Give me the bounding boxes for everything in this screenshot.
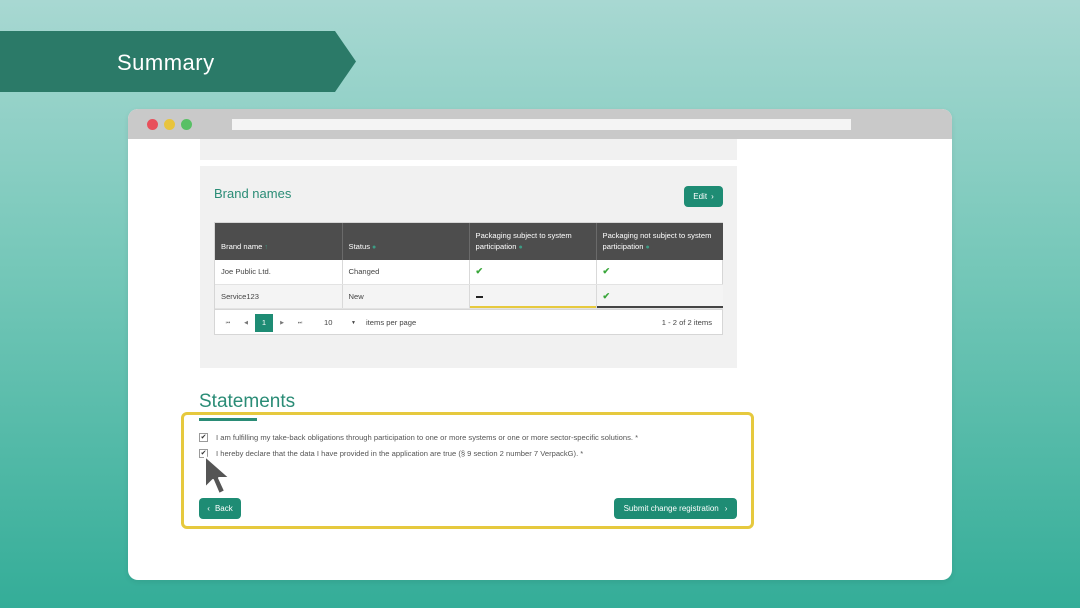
sort-icon: ● bbox=[518, 244, 523, 251]
statement-checkbox[interactable]: ✔ bbox=[199, 433, 208, 442]
caret-down-icon: ▼ bbox=[351, 319, 356, 326]
submit-change-registration-button[interactable]: Submit change registration › bbox=[614, 498, 737, 519]
statement-text: I hereby declare that the data I have pr… bbox=[216, 449, 584, 458]
brand-names-title: Brand names bbox=[214, 186, 292, 201]
first-page-icon[interactable]: ⏮ bbox=[219, 314, 237, 332]
statement-text: I am fulfilling my take-back obligations… bbox=[216, 433, 639, 442]
statements-title: Statements bbox=[199, 391, 296, 412]
sort-icon: ● bbox=[372, 244, 377, 251]
chevron-right-icon: › bbox=[711, 192, 714, 201]
browser-titlebar bbox=[128, 109, 952, 139]
check-icon: ✔ bbox=[602, 290, 611, 301]
cell-status: Changed bbox=[342, 260, 470, 285]
last-page-icon[interactable]: ⏭ bbox=[291, 314, 309, 332]
edit-button-label: Edit bbox=[693, 192, 708, 201]
close-window-dot[interactable] bbox=[147, 119, 158, 130]
previous-page-icon[interactable]: ◀ bbox=[237, 314, 255, 332]
check-icon: ✔ bbox=[602, 266, 611, 277]
back-button-label: Back bbox=[214, 504, 233, 513]
cell-brand-name: Service123 bbox=[215, 284, 343, 309]
chevron-right-icon: › bbox=[724, 504, 728, 513]
next-page-icon[interactable]: ▶ bbox=[273, 314, 291, 332]
cell-brand-name: Joe Public Ltd. bbox=[215, 260, 343, 285]
cell-packaging-not-subject: ✔ bbox=[596, 284, 723, 309]
page-size-select[interactable]: 10 ▼ bbox=[318, 314, 358, 331]
chevron-left-icon: ‹ bbox=[207, 504, 210, 513]
address-bar[interactable] bbox=[232, 119, 851, 130]
statement-takeback[interactable]: ✔ I am fulfilling my take-back obligatio… bbox=[199, 433, 638, 442]
table-pager: ⏮ ◀ 1 ▶ ⏭ 10 ▼ items per page 1 - 2 of 2… bbox=[215, 308, 722, 334]
table-row[interactable]: Joe Public Ltd. Changed ✔ ✔ bbox=[215, 260, 723, 285]
cell-packaging-subject bbox=[469, 284, 597, 309]
column-header-packaging-subject[interactable]: Packaging subject to system participatio… bbox=[469, 223, 597, 260]
sort-icon: ● bbox=[645, 244, 650, 251]
maximize-window-dot[interactable] bbox=[181, 119, 192, 130]
check-icon: ✔ bbox=[475, 266, 484, 277]
cell-packaging-not-subject: ✔ bbox=[596, 260, 723, 285]
sort-icon: ↑ bbox=[264, 244, 268, 251]
statement-declaration[interactable]: ✔ I hereby declare that the data I have … bbox=[199, 449, 583, 458]
column-header-brand-name[interactable]: Brand name ↑ bbox=[215, 223, 343, 260]
minimize-window-dot[interactable] bbox=[164, 119, 175, 130]
table-row[interactable]: Service123 New ✔ bbox=[215, 284, 723, 309]
pager-info: 1 - 2 of 2 items bbox=[661, 317, 712, 327]
mouse-cursor-icon bbox=[204, 455, 231, 495]
brand-names-panel: Brand names Edit › Brand name ↑ Status ● P… bbox=[200, 166, 737, 368]
cell-packaging-subject: ✔ bbox=[469, 260, 597, 285]
back-button[interactable]: ‹ Back bbox=[199, 498, 241, 519]
column-header-packaging-not-subject[interactable]: Packaging not subject to system particip… bbox=[596, 223, 723, 260]
submit-button-label: Submit change registration bbox=[623, 504, 719, 513]
column-header-status[interactable]: Status ● bbox=[342, 223, 470, 260]
section-banner: Summary bbox=[0, 31, 356, 92]
brand-names-table: Brand name ↑ Status ● Packaging subject to… bbox=[214, 222, 723, 335]
page-size-value: 10 bbox=[324, 318, 333, 327]
current-page-button[interactable]: 1 bbox=[255, 313, 273, 332]
checkmark-icon: ✔ bbox=[200, 434, 207, 441]
dash-icon bbox=[475, 295, 483, 298]
banner-title: Summary bbox=[117, 50, 215, 75]
edit-button[interactable]: Edit › bbox=[684, 186, 723, 207]
items-per-page-label: items per page bbox=[366, 317, 417, 327]
previous-section-panel bbox=[200, 139, 737, 160]
cell-status: New bbox=[342, 284, 470, 309]
